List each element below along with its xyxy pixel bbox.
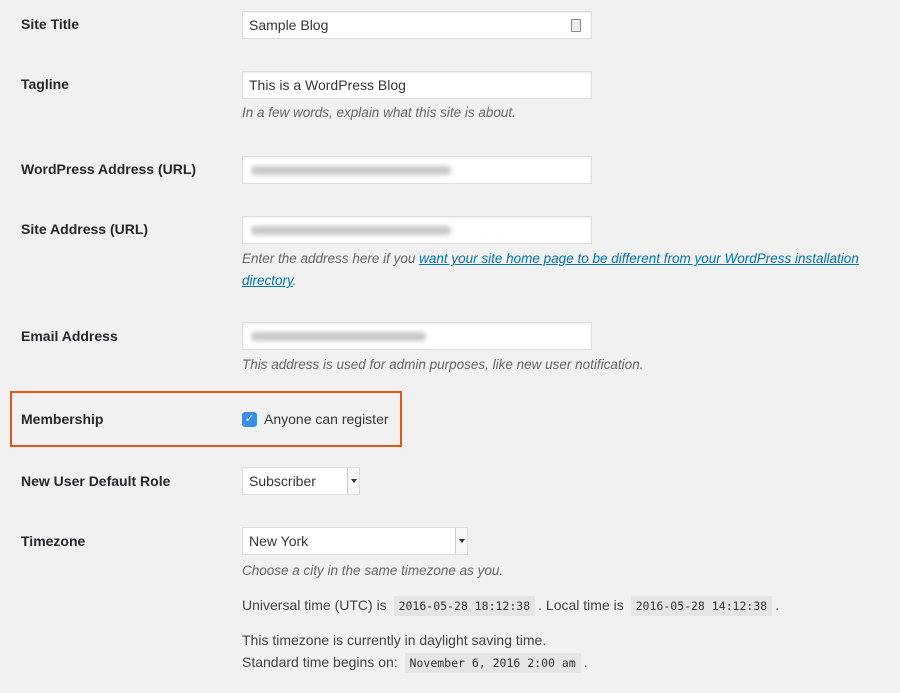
email-input[interactable] (242, 322, 592, 350)
blurred-url (251, 166, 451, 175)
local-time: 2016-05-28 14:12:38 (630, 596, 773, 616)
membership-label: Membership (21, 411, 104, 427)
local-prefix: . Local time is (538, 597, 624, 613)
contact-card-icon[interactable] (571, 19, 581, 32)
local-suffix: . (775, 597, 780, 613)
blurred-url (251, 226, 451, 235)
site-title-value: Sample Blog (249, 17, 329, 33)
site-title-input[interactable]: Sample Blog (242, 11, 592, 39)
site-address-label: Site Address (URL) (21, 221, 149, 237)
site-title-label: Site Title (21, 16, 80, 32)
site-address-input[interactable] (242, 216, 592, 244)
timezone-select[interactable]: New York (242, 527, 468, 555)
default-role-label: New User Default Role (21, 473, 171, 489)
anyone-can-register-label[interactable]: Anyone can register (264, 409, 389, 430)
default-role-select[interactable]: Subscriber (242, 467, 360, 495)
standard-time: November 6, 2016 2:00 am (404, 653, 581, 673)
blurred-email (251, 332, 426, 341)
timezone-value: New York (249, 533, 309, 549)
default-role-value: Subscriber (249, 473, 316, 489)
standard-prefix: Standard time begins on: (242, 654, 398, 670)
standard-suffix: . (583, 654, 588, 670)
tagline-input[interactable]: This is a WordPress Blog (242, 71, 592, 99)
email-description: This address is used for admin purposes,… (242, 357, 644, 372)
timezone-description: Choose a city in the same timezone as yo… (242, 563, 504, 578)
email-label: Email Address (21, 328, 118, 344)
tagline-description: In a few words, explain what this site i… (242, 105, 516, 120)
dst-line: This timezone is currently in daylight s… (242, 632, 547, 648)
chevron-down-icon (455, 528, 467, 554)
anyone-can-register-checkbox[interactable]: ✓ (242, 412, 257, 427)
site-address-description: Enter the address here if you want your … (242, 248, 887, 292)
tagline-label: Tagline (21, 76, 69, 92)
standard-time-line: Standard time begins on: November 6, 201… (242, 652, 588, 674)
utc-time: 2016-05-28 18:12:38 (393, 596, 536, 616)
chevron-down-icon (347, 468, 359, 494)
description-text: Enter the address here if you (242, 251, 420, 266)
description-suffix: . (292, 273, 297, 288)
utc-prefix: Universal time (UTC) is (242, 597, 387, 613)
wp-address-input[interactable] (242, 156, 592, 184)
utc-time-line: Universal time (UTC) is 2016-05-28 18:12… (242, 595, 779, 617)
timezone-label: Timezone (21, 533, 86, 549)
tagline-value: This is a WordPress Blog (249, 77, 406, 93)
wp-address-label: WordPress Address (URL) (21, 161, 197, 177)
